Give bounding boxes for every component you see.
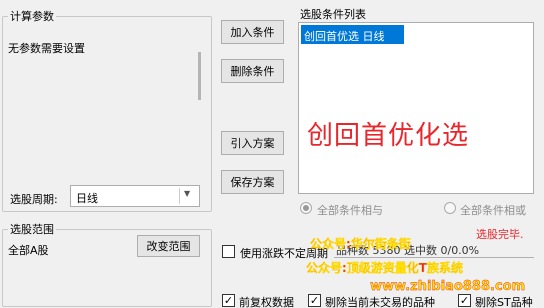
exclude-st-checkbox[interactable]: ✓: [458, 294, 471, 307]
params-group-title: 计算参数: [8, 10, 56, 23]
delete-condition-button[interactable]: 删除条件: [221, 59, 284, 83]
add-condition-button[interactable]: 加入条件: [221, 20, 284, 44]
status-divider: [334, 257, 534, 258]
limit-checkbox[interactable]: [222, 245, 235, 258]
save-scheme-button[interactable]: 保存方案: [221, 170, 284, 194]
chevron-down-icon[interactable]: ▼: [184, 189, 190, 198]
period-select-value: 日线: [76, 192, 98, 205]
logic-and-label: 全部条件相与: [317, 204, 383, 217]
period-select-divider: [179, 188, 180, 204]
forward-adjust-checkbox[interactable]: ✓: [222, 294, 235, 307]
change-range-button[interactable]: 改变范围: [137, 235, 200, 257]
params-scrollbar[interactable]: [198, 52, 201, 100]
period-select[interactable]: 日线 ▼: [70, 185, 200, 207]
no-params-text: 无参数需要设置: [8, 42, 85, 55]
watermark-line-3: www.zhibiao888.com: [370, 279, 526, 294]
conditions-title: 选股条件列表: [300, 8, 366, 21]
forward-adjust-label: 前复权数据: [239, 296, 294, 308]
range-group-title: 选股范围: [8, 223, 56, 236]
logic-or-radio[interactable]: [444, 202, 456, 214]
period-label: 选股周期:: [10, 193, 58, 206]
watermark-line-1: 公众号:华尔街条街: [310, 237, 411, 251]
list-item-label: 创回首优选 日线: [304, 30, 385, 43]
watermark-line-2: 公众号:顶级游资量化T族系统: [306, 261, 463, 275]
logic-or-label: 全部条件相或: [460, 204, 526, 217]
conditions-list[interactable]: 创回首优选 日线 创回首优化选: [298, 22, 534, 194]
list-item[interactable]: 创回首优选 日线: [301, 25, 404, 44]
import-scheme-button[interactable]: 引入方案: [221, 131, 284, 155]
status-done: 选股完毕.: [476, 228, 524, 241]
exclude-suspended-label: 剔除当前未交易的品种: [325, 296, 435, 308]
exclude-st-label: 剔除ST品种: [475, 296, 533, 308]
exclude-suspended-checkbox[interactable]: ✓: [308, 294, 321, 307]
logic-and-radio[interactable]: [300, 202, 312, 214]
range-value: 全部A股: [8, 244, 49, 257]
overlay-text: 创回首优化选: [307, 121, 470, 151]
